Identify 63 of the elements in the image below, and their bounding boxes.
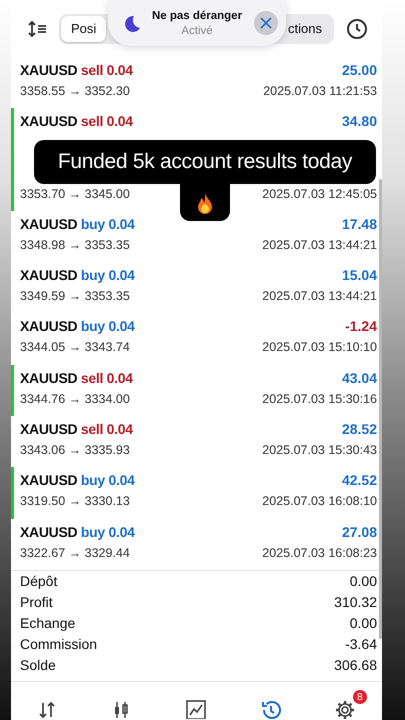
trade-time: 2025.07.03 15:10:10 (262, 340, 377, 354)
summary-value: -3.64 (345, 636, 377, 652)
trade-time: 2025.07.03 13:44:21 (262, 289, 377, 304)
price-range: 3349.59 → 3353.35 (20, 289, 130, 304)
price-range: 3343.06 → 3335.93 (20, 443, 130, 458)
notification-title: Ne pas déranger (152, 10, 242, 22)
trade-title: XAUUSD sell 0.04 (20, 421, 133, 438)
trade-title: XAUUSD buy 0.04 (20, 524, 135, 540)
profit-value: 27.08 (342, 524, 377, 540)
segment-tab[interactable]: Posi (61, 16, 106, 42)
scrollbar[interactable] (379, 179, 382, 639)
history-icon (260, 699, 282, 719)
summary-value: 306.68 (334, 657, 377, 674)
profit-value: 17.48 (342, 216, 377, 232)
trade-time: 2025.07.03 15:30:16 (262, 392, 377, 406)
settings-icon (334, 699, 356, 719)
trade-title: XAUUSD buy 0.04 (20, 318, 135, 334)
summary-value: 0.00 (350, 573, 377, 590)
close-button[interactable] (254, 11, 278, 35)
summary-label: Solde (20, 657, 56, 674)
trade-title: XAUUSD buy 0.04 (20, 472, 135, 488)
price-range: 3319.50 → 3330.13 (20, 494, 130, 508)
summary-label: Profit (20, 594, 53, 610)
trade-title: XAUUSD sell 0.04 (20, 62, 133, 78)
trade-time: 2025.07.03 16:08:10 (262, 494, 377, 508)
summary-label: Commission (20, 636, 98, 652)
price-range: 3344.05 → 3343.74 (20, 340, 130, 354)
segment-tab[interactable]: ctions (278, 16, 332, 42)
tab-button[interactable] (185, 699, 208, 719)
summary-label: Echange (20, 615, 76, 632)
trade-time: 2025.07.03 13:44:21 (262, 238, 377, 252)
price-range: 3322.67 → 3329.44 (20, 546, 130, 560)
trade-time: 2025.07.03 12:45:05 (262, 186, 377, 201)
trade-time: 2025.07.03 15:30:43 (262, 443, 377, 458)
tab-button[interactable] (260, 699, 282, 719)
trade-title: XAUUSD buy 0.04 (20, 216, 135, 232)
price-range: 3353.70 → 3345.00 (20, 186, 130, 201)
profit-value: 34.80 (342, 113, 377, 130)
profit-value: -1.24 (345, 318, 377, 334)
caption-text: Funded 5k account results today (34, 140, 376, 184)
trade-title: XAUUSD sell 0.04 (20, 113, 133, 130)
notification-status: Activé (181, 24, 213, 36)
trade-time: 2025.07.03 11:21:53 (263, 84, 377, 98)
trade-title: XAUUSD sell 0.04 (20, 370, 133, 386)
price-range: 3344.76 → 3334.00 (20, 392, 130, 406)
line-chart-icon (185, 699, 208, 719)
trade-title: XAUUSD buy 0.04 (20, 267, 135, 284)
price-range: 3358.55 → 3352.30 (20, 84, 130, 98)
profit-value: 15.04 (342, 267, 377, 284)
profit-value: 25.00 (342, 62, 377, 78)
notification-badge: 8 (352, 690, 367, 704)
close-icon (259, 16, 273, 30)
price-range: 3348.98 → 3353.35 (20, 238, 130, 252)
sort-icon[interactable] (27, 18, 47, 38)
profit-value: 42.52 (342, 472, 377, 488)
summary-value: 0.00 (350, 615, 377, 632)
clock-icon[interactable] (346, 18, 368, 40)
summary-label: Dépôt (20, 573, 58, 590)
tab-button[interactable] (334, 699, 356, 719)
trade-time: 2025.07.03 16:08:23 (262, 546, 377, 560)
summary-value: 310.32 (334, 594, 377, 610)
profit-value: 43.04 (342, 370, 377, 386)
profit-value: 28.52 (342, 421, 377, 438)
